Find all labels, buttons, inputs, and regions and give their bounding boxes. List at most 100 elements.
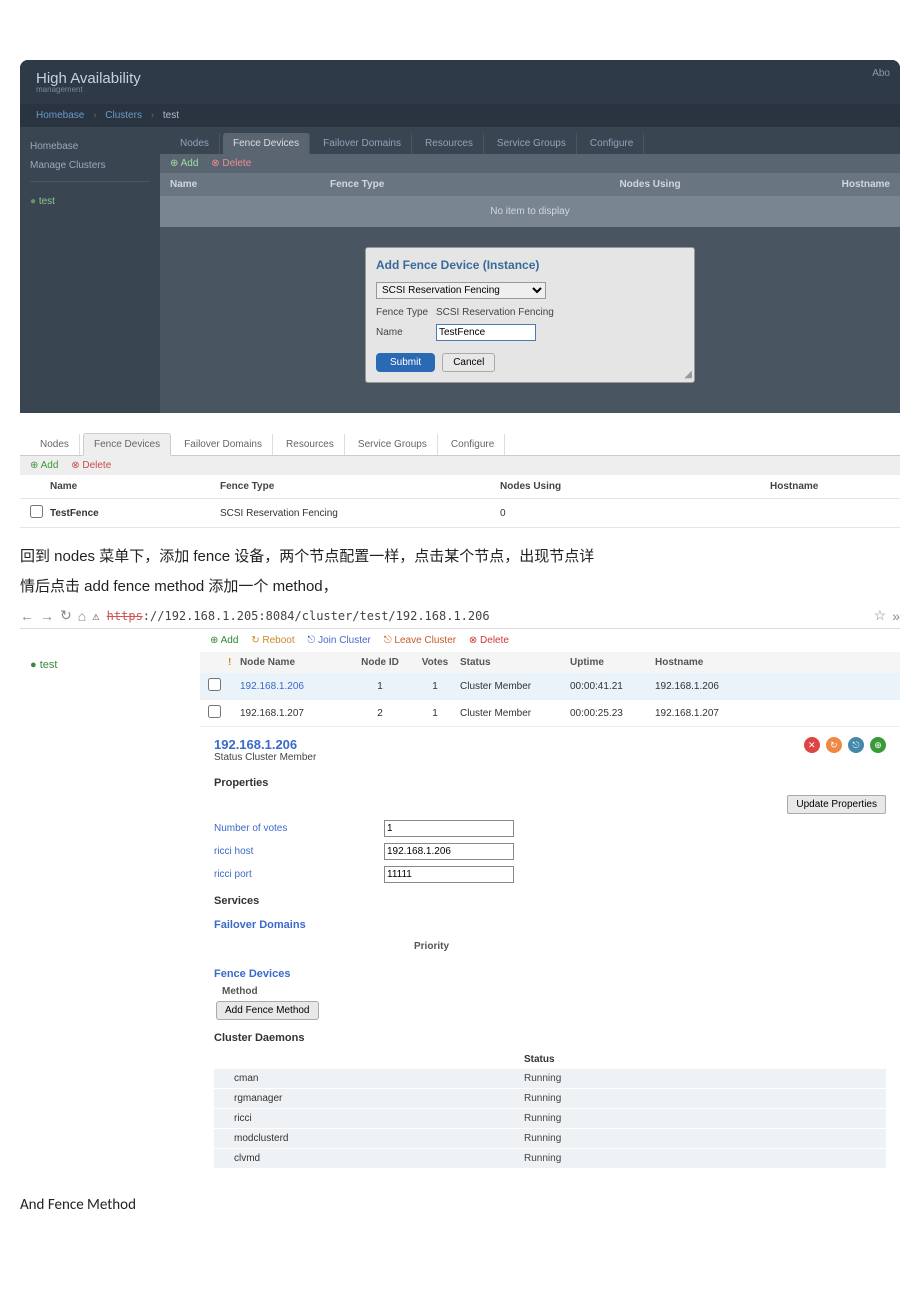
- nodes-panel: test Add Reboot Join Cluster Leave Clust…: [20, 629, 900, 1190]
- url-bar[interactable]: ⚠ https://192.168.1.205:8084/cluster/tes…: [92, 609, 867, 623]
- cancel-button[interactable]: Cancel: [442, 353, 495, 372]
- final-text: And Fence Method: [20, 1196, 900, 1214]
- row-checkbox[interactable]: [208, 678, 221, 691]
- row-status: Cluster Member: [460, 681, 570, 692]
- table-row[interactable]: 192.168.1.206 1 1 Cluster Member 00:00:4…: [200, 673, 900, 700]
- tab-resources[interactable]: Resources: [415, 133, 484, 154]
- daemon-table: Status cmanRunning rgmanagerRunning ricc…: [214, 1050, 886, 1168]
- add-fence-device-modal: Add Fence Device (Instance) SCSI Reserva…: [365, 247, 695, 383]
- tab-configure[interactable]: Configure: [441, 434, 505, 455]
- ricci-port-input[interactable]: [384, 866, 514, 883]
- tab-failover-domains[interactable]: Failover Domains: [313, 133, 412, 154]
- url-protocol: https: [107, 609, 143, 623]
- row-node-id: 2: [350, 708, 410, 719]
- reload-button[interactable]: ↻: [60, 607, 72, 624]
- sidebar: test: [20, 629, 200, 1190]
- row-votes: 1: [410, 708, 460, 719]
- add-button[interactable]: Add: [210, 635, 238, 646]
- daemon-row: modclusterdRunning: [214, 1129, 886, 1148]
- delete-button[interactable]: Delete: [211, 158, 251, 169]
- add-button[interactable]: Add: [170, 158, 198, 169]
- reboot-node-icon[interactable]: ↻: [826, 737, 842, 753]
- fence-type-value: SCSI Reservation Fencing: [436, 307, 554, 318]
- method-label: Method: [222, 986, 886, 997]
- about-link[interactable]: Abo: [872, 68, 890, 79]
- breadcrumb-clusters[interactable]: Clusters: [105, 110, 142, 121]
- toolbar: Add Delete: [20, 456, 900, 475]
- sidebar-manage-clusters[interactable]: Manage Clusters: [30, 156, 150, 175]
- delete-button[interactable]: Delete: [71, 460, 111, 471]
- join-cluster-button[interactable]: Join Cluster: [307, 635, 371, 646]
- leave-cluster-button[interactable]: Leave Cluster: [384, 635, 456, 646]
- name-label: Name: [376, 327, 436, 338]
- row-checkbox[interactable]: [208, 705, 221, 718]
- fence-device-list-panel: Nodes Fence Devices Failover Domains Res…: [20, 433, 900, 528]
- delete-button[interactable]: Delete: [469, 635, 509, 646]
- join-node-icon[interactable]: ⊕: [870, 737, 886, 753]
- col-node-id: Node ID: [350, 657, 410, 668]
- col-hostname: Hostname: [655, 657, 892, 668]
- row-hostname: 192.168.1.207: [655, 708, 892, 719]
- row-checkbox[interactable]: [30, 505, 43, 518]
- toolbar: Add Delete: [160, 154, 900, 173]
- row-hostname: 192.168.1.206: [655, 681, 892, 692]
- home-button[interactable]: ⌂: [78, 608, 86, 624]
- tab-bar: Nodes Fence Devices Failover Domains Res…: [20, 433, 900, 456]
- col-fence-type: Fence Type: [220, 481, 500, 492]
- resize-handle[interactable]: ◢: [684, 369, 692, 380]
- priority-col: Priority: [414, 941, 449, 952]
- tab-resources[interactable]: Resources: [276, 434, 345, 455]
- add-fence-method-button[interactable]: Add Fence Method: [216, 1001, 319, 1020]
- ricci-host-input[interactable]: [384, 843, 514, 860]
- services-heading: Services: [214, 895, 886, 907]
- divider: [30, 181, 150, 182]
- col-nodes-using: Nodes Using: [530, 179, 770, 190]
- forward-button[interactable]: →: [40, 608, 54, 624]
- toolbar: Add Reboot Join Cluster Leave Cluster De…: [200, 629, 900, 652]
- app-header: High Availability management Abo: [20, 60, 900, 104]
- tab-service-groups[interactable]: Service Groups: [487, 133, 577, 154]
- tab-nodes[interactable]: Nodes: [170, 133, 220, 154]
- reboot-button[interactable]: Reboot: [251, 635, 294, 646]
- add-button[interactable]: Add: [30, 460, 58, 471]
- browser-toolbar: ← → ↻ ⌂ ⚠ https://192.168.1.205:8084/clu…: [20, 603, 900, 629]
- leave-node-icon[interactable]: ⎋: [848, 737, 864, 753]
- tab-fence-devices[interactable]: Fence Devices: [83, 433, 171, 456]
- votes-input[interactable]: [384, 820, 514, 837]
- sidebar-cluster-test[interactable]: test: [30, 192, 150, 211]
- no-item-message: No item to display: [160, 196, 900, 227]
- row-status: Cluster Member: [460, 708, 570, 719]
- name-input[interactable]: [436, 324, 536, 341]
- tab-nodes[interactable]: Nodes: [30, 434, 80, 455]
- node-title: 192.168.1.206: [214, 737, 316, 752]
- status-label: Status: [214, 752, 242, 763]
- row-node-name: 192.168.1.207: [240, 708, 350, 719]
- tab-fence-devices[interactable]: Fence Devices: [223, 133, 310, 154]
- daemon-row: clvmdRunning: [214, 1149, 886, 1168]
- breadcrumb: Homebase › Clusters › test: [20, 104, 900, 127]
- sidebar-homebase[interactable]: Homebase: [30, 137, 150, 156]
- ricci-host-label: ricci host: [214, 846, 384, 857]
- fence-type-select[interactable]: SCSI Reservation Fencing: [376, 282, 546, 299]
- row-fence-type: SCSI Reservation Fencing: [220, 508, 500, 519]
- tab-bar: Nodes Fence Devices Failover Domains Res…: [160, 127, 900, 154]
- tab-configure[interactable]: Configure: [580, 133, 644, 154]
- back-button[interactable]: ←: [20, 608, 34, 624]
- breadcrumb-homebase[interactable]: Homebase: [36, 110, 84, 121]
- col-node-name: Node Name: [240, 657, 350, 668]
- delete-node-icon[interactable]: ✕: [804, 737, 820, 753]
- tab-service-groups[interactable]: Service Groups: [348, 434, 438, 455]
- bookmark-icon[interactable]: ☆: [874, 607, 887, 624]
- row-name: TestFence: [50, 508, 220, 519]
- update-properties-button[interactable]: Update Properties: [787, 795, 886, 814]
- row-uptime: 00:00:41.21: [570, 681, 655, 692]
- table-row[interactable]: TestFence SCSI Reservation Fencing 0: [20, 499, 900, 528]
- main-content: Add Reboot Join Cluster Leave Cluster De…: [200, 629, 900, 1190]
- table-row[interactable]: 192.168.1.207 2 1 Cluster Member 00:00:2…: [200, 700, 900, 727]
- menu-icon[interactable]: »: [892, 608, 900, 624]
- table-header: Name Fence Type Nodes Using Hostname: [20, 475, 900, 499]
- node-actions: ✕ ↻ ⎋ ⊕: [801, 737, 886, 753]
- submit-button[interactable]: Submit: [376, 353, 435, 372]
- tab-failover-domains[interactable]: Failover Domains: [174, 434, 273, 455]
- sidebar-cluster-test[interactable]: test: [30, 659, 190, 671]
